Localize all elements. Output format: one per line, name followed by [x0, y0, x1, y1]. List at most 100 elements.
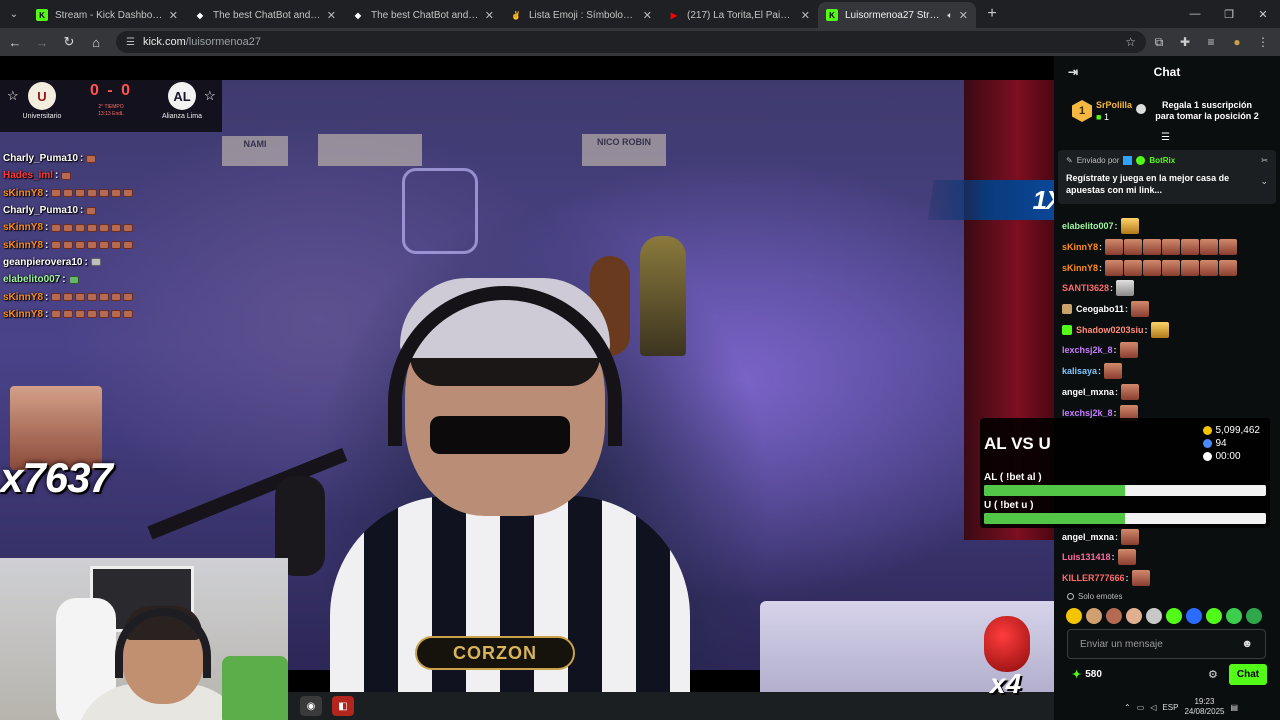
unpin-icon[interactable]: ✂: [1261, 156, 1268, 165]
send-chat-button[interactable]: Chat: [1229, 664, 1267, 685]
tab-favicon-icon: ◆: [196, 10, 204, 20]
emote-quick[interactable]: [1106, 608, 1122, 624]
restore-icon[interactable]: ❐: [1212, 0, 1246, 28]
back-icon[interactable]: ←: [3, 30, 27, 54]
collapse-chat-icon[interactable]: ⇥: [1068, 65, 1078, 79]
emote-quick[interactable]: [1146, 608, 1162, 624]
chat-settings-gear-icon[interactable]: ⚙: [1208, 668, 1218, 681]
chat-message[interactable]: sKinnY8:: [1062, 257, 1274, 278]
channel-points[interactable]: ✦ 580: [1072, 668, 1102, 681]
chat-message[interactable]: Shadow0203siu:: [1062, 319, 1274, 340]
network-icon[interactable]: ▭: [1137, 703, 1145, 712]
emote-quick[interactable]: [1206, 608, 1222, 624]
address-bar[interactable]: ☰ kick.com/luisormenoa27 ☆: [116, 31, 1146, 53]
expand-leaderboard-icon[interactable]: ☰: [1161, 132, 1170, 143]
chat-message[interactable]: Ceogabo11:: [1062, 299, 1274, 320]
bookmark-star-icon[interactable]: ☆: [1125, 35, 1136, 49]
close-tab-icon[interactable]: ✕: [169, 9, 178, 22]
chat-username[interactable]: angel_mxna: [1062, 387, 1114, 397]
tray-chevron-icon[interactable]: ⌃: [1124, 703, 1131, 712]
emote-quick[interactable]: [1126, 608, 1142, 624]
chat-username[interactable]: Ceogabo11: [1076, 304, 1124, 314]
keyboard-language[interactable]: ESP: [1162, 703, 1178, 712]
tab-audio-icon[interactable]: 🔈︎: [947, 10, 952, 21]
new-tab-button[interactable]: +: [980, 2, 1004, 26]
universitario-crest-icon: U: [28, 82, 56, 110]
chat-username[interactable]: lexchsj2k_8: [1062, 345, 1113, 355]
overlay-emote: [99, 241, 110, 250]
chat-emote: [1162, 239, 1181, 256]
verified-badge-icon: [1136, 156, 1146, 165]
browser-tab[interactable]: ◆ The best ChatBot and Widgets ✕: [344, 2, 502, 28]
chat-username[interactable]: Shadow0203siu: [1076, 325, 1144, 335]
tab-favicon-icon: K: [826, 9, 838, 21]
chat-username[interactable]: sKinnY8: [1062, 242, 1098, 252]
gift-info-icon: [1136, 104, 1146, 114]
chat-message[interactable]: SANTI3628:: [1062, 278, 1274, 299]
site-info-icon[interactable]: ☰: [126, 37, 135, 48]
browser-tab[interactable]: K Luisormenoa27 Stream - W 🔈︎ ✕: [818, 2, 976, 28]
chat-message[interactable]: Luis131418:: [1062, 547, 1274, 568]
browser-tab[interactable]: ▶ (217) La Torita,El Paisa,SofGab,Ili ✕: [660, 2, 818, 28]
media-controls-icon[interactable]: ≡: [1198, 30, 1224, 54]
chat-message[interactable]: sKinnY8:: [1062, 237, 1274, 258]
chat-username[interactable]: kalisaya: [1062, 366, 1097, 376]
extensions-icon[interactable]: ✚: [1172, 30, 1198, 54]
forward-icon[interactable]: →: [30, 30, 54, 54]
chat-username[interactable]: angel_mxna: [1062, 532, 1114, 542]
profile-avatar[interactable]: ●: [1224, 30, 1250, 54]
close-tab-icon[interactable]: ✕: [643, 9, 652, 22]
browser-tab[interactable]: ◆ The best ChatBot and Widgets ✕: [186, 2, 344, 28]
chat-username[interactable]: lexchsj2k_8: [1062, 408, 1113, 418]
chat-username[interactable]: KILLER777666: [1062, 573, 1125, 583]
close-tab-icon[interactable]: ✕: [485, 9, 494, 22]
overlay-emote: [99, 293, 110, 302]
chat-username[interactable]: Luis131418: [1062, 552, 1111, 562]
chat-message[interactable]: angel_mxna:: [1062, 382, 1274, 403]
chat-message[interactable]: lexchsj2k_8:: [1062, 340, 1274, 361]
chat-username[interactable]: sKinnY8: [1062, 263, 1098, 273]
reload-icon[interactable]: ↻: [57, 30, 81, 54]
url-path: /luisormenoa27: [185, 36, 261, 48]
volume-icon[interactable]: ◁: [1150, 703, 1156, 712]
chat-message[interactable]: elabelito007:: [1062, 216, 1274, 237]
overlay-emote: [51, 223, 62, 232]
home-icon[interactable]: ⌂: [84, 30, 108, 54]
browser-tab[interactable]: ✌ Lista Emoji : Símbolos emoji nar ✕: [502, 2, 660, 28]
chat-username[interactable]: SANTI3628: [1062, 283, 1109, 293]
bet-timer: 00:00: [1202, 450, 1261, 463]
tab-search-icon[interactable]: ⌄: [0, 0, 28, 28]
minimize-icon[interactable]: —: [1178, 0, 1212, 28]
chat-username[interactable]: elabelito007: [1062, 221, 1114, 231]
notifications-icon[interactable]: ▤: [1230, 703, 1238, 712]
emote-picker-icon[interactable]: ☻: [1241, 638, 1253, 650]
emote-quick[interactable]: [1246, 608, 1262, 624]
close-tab-icon[interactable]: ✕: [327, 9, 336, 22]
separator: :: [1111, 552, 1115, 563]
chat-messages: elabelito007: sKinnY8: sKinnY8: SANTI3628: C…: [1062, 216, 1274, 588]
clock[interactable]: 19:23 24/08/2025: [1184, 697, 1224, 717]
chat-message[interactable]: angel_mxna:: [1062, 526, 1274, 547]
emote-quick[interactable]: [1226, 608, 1242, 624]
emote-quick[interactable]: [1066, 608, 1082, 624]
emote-quick[interactable]: [1086, 608, 1102, 624]
chat-message[interactable]: kalisaya:: [1062, 361, 1274, 382]
browser-tab[interactable]: K Stream - Kick Dashboard ✕: [28, 2, 186, 28]
overlay-chat-user: sKinnY8: [3, 239, 44, 251]
neon-logo: [402, 168, 478, 254]
chat-message-input[interactable]: Enviar un mensaje ☻: [1067, 629, 1266, 659]
pinned-message[interactable]: ✎ Enviado por BotRix Regístrate y juega …: [1058, 150, 1276, 204]
separator: :: [1115, 386, 1119, 397]
close-tab-icon[interactable]: ✕: [801, 9, 810, 22]
overlay-emote: [99, 189, 110, 198]
tab-favicon-icon: K: [36, 9, 48, 21]
browser-menu-icon[interactable]: ⋮: [1250, 30, 1276, 54]
emote-quick[interactable]: [1166, 608, 1182, 624]
translate-icon[interactable]: ⧉: [1146, 30, 1172, 54]
sent-by-label: Enviado por: [1076, 156, 1120, 165]
chevron-down-icon[interactable]: ⌄: [1260, 176, 1268, 187]
chat-message[interactable]: KILLER777666:: [1062, 568, 1274, 589]
close-tab-icon[interactable]: ✕: [959, 9, 968, 22]
emote-quick[interactable]: [1186, 608, 1202, 624]
close-window-icon[interactable]: ✕: [1246, 0, 1280, 28]
